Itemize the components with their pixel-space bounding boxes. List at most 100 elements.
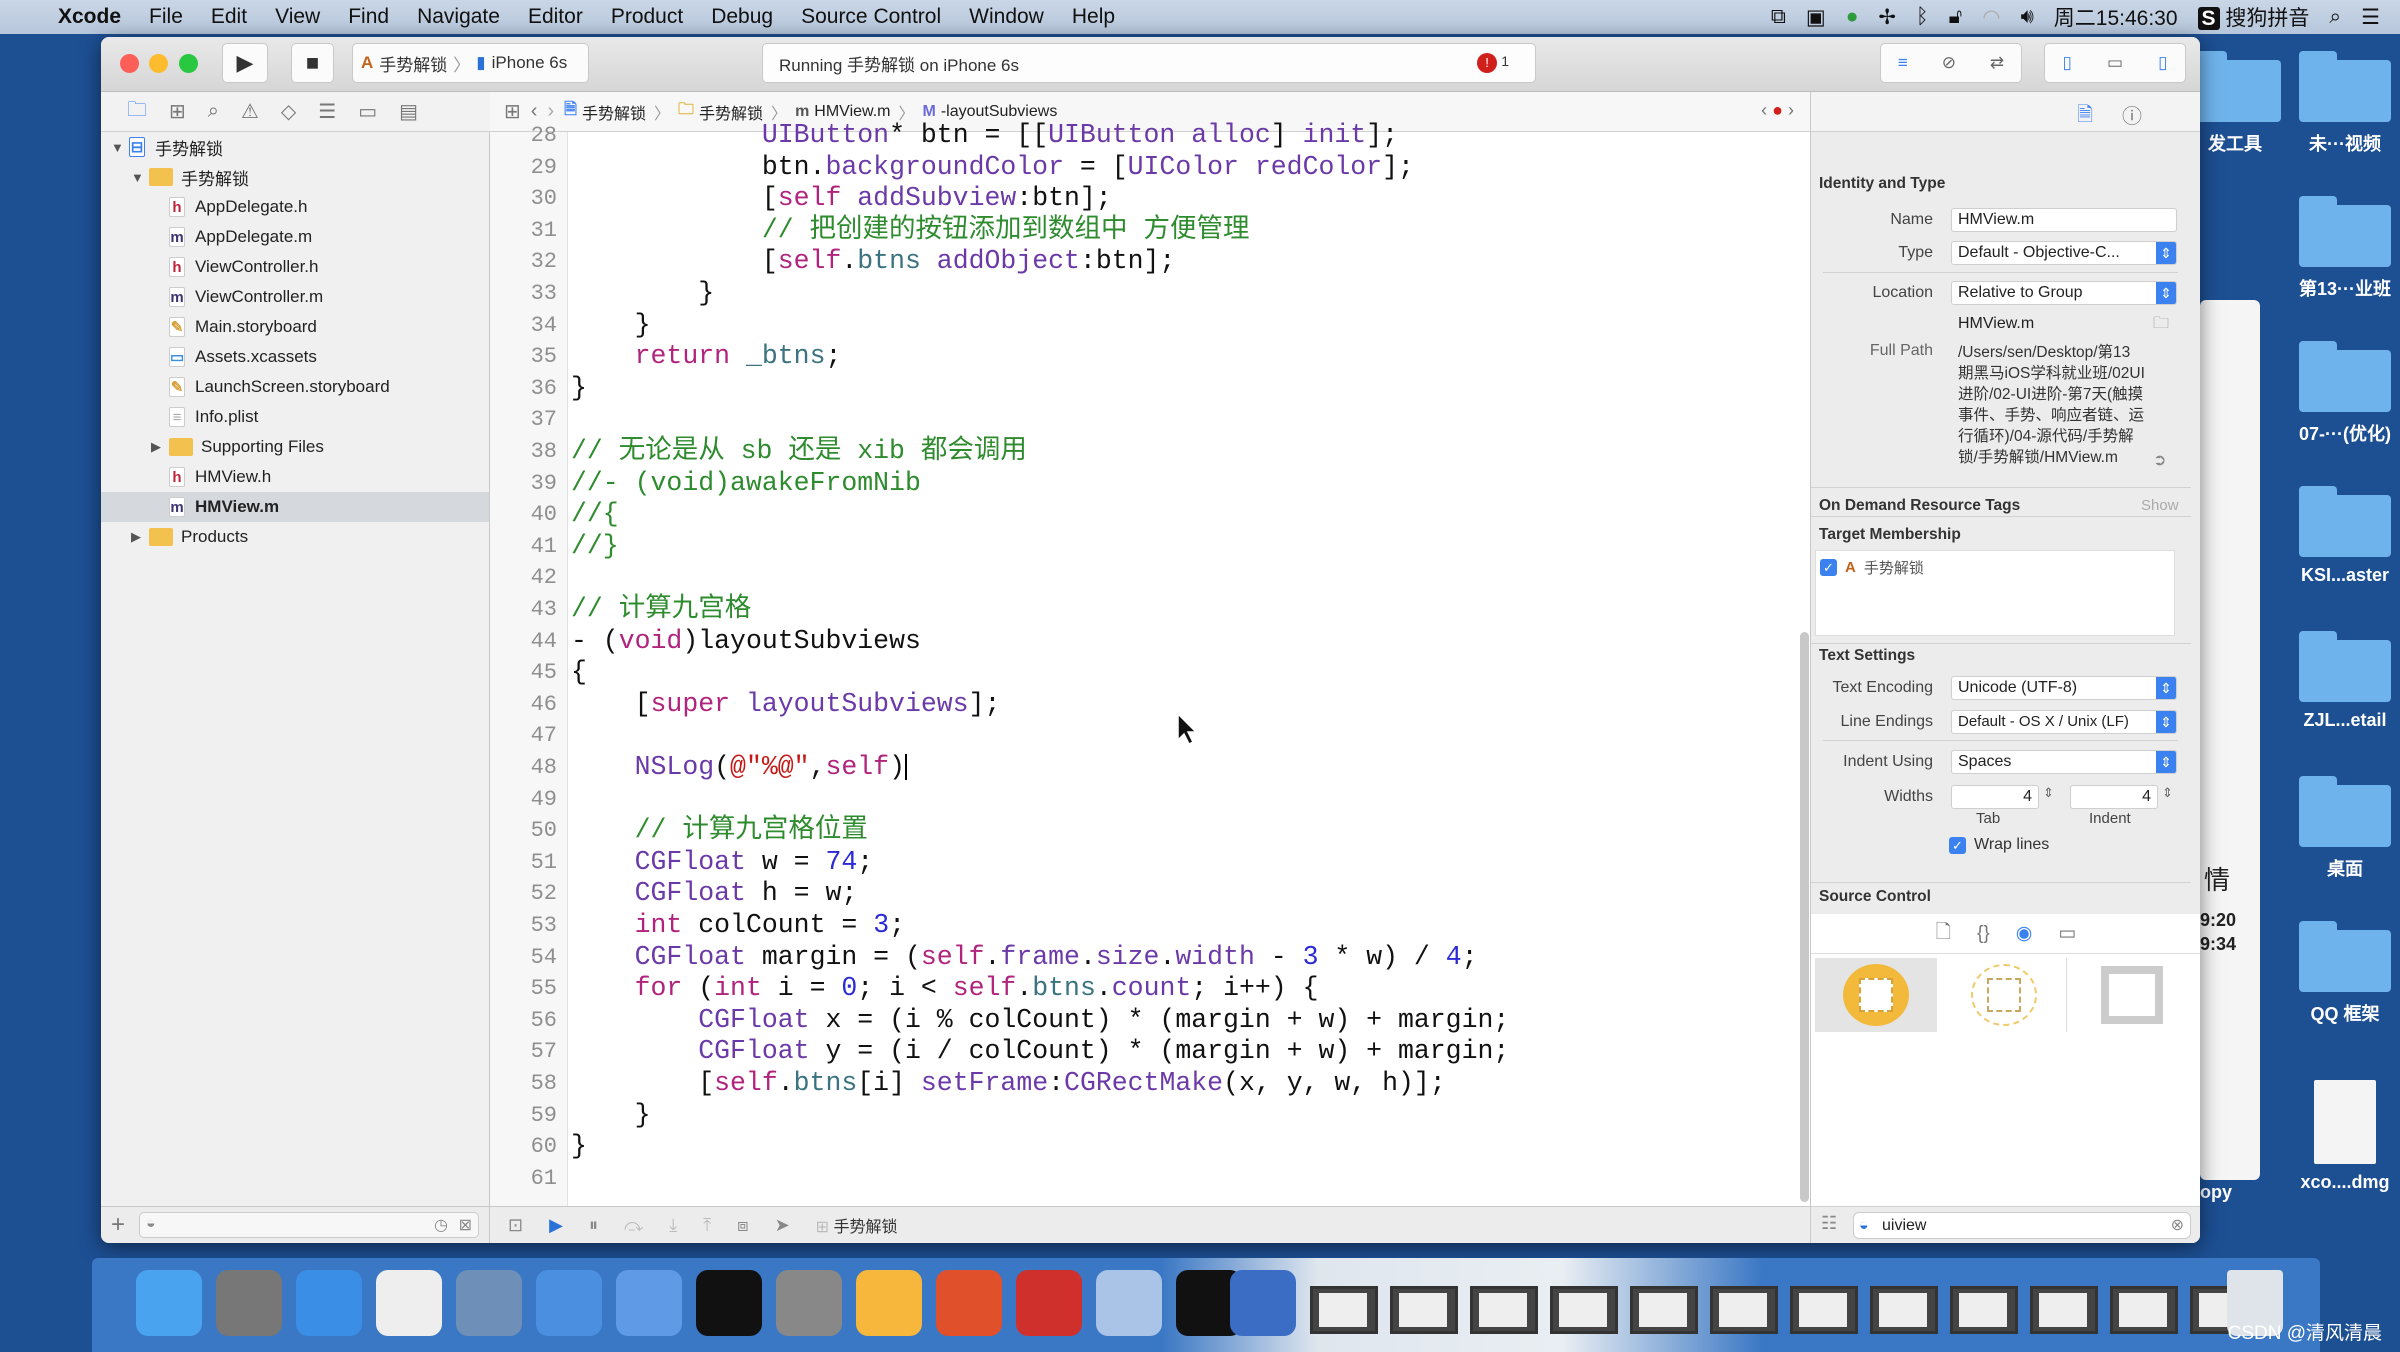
recent-files-icon[interactable]: ◷ [434, 1215, 448, 1235]
debug-navigator-icon[interactable]: ☰ [318, 99, 336, 124]
code-line[interactable]: // 无论是从 sb 还是 xib 都会调用 [571, 436, 1027, 468]
encoding-select[interactable]: Unicode (UTF-8) [1951, 676, 2177, 700]
view-debugger-icon[interactable]: ⧈ [737, 1215, 748, 1236]
desktop-icon[interactable]: QQ 框架 [2290, 921, 2400, 1026]
dock-simulator-icon[interactable] [616, 1270, 682, 1336]
test-navigator-icon[interactable]: ◇ [281, 99, 296, 124]
file-inspector-icon[interactable]: 🗎︎ [2077, 100, 2093, 134]
dock-window-thumbnail[interactable] [2030, 1286, 2098, 1334]
navigator-item[interactable]: ≡ Info.plist [101, 402, 489, 432]
step-into-icon[interactable]: ⤓ [669, 1215, 677, 1236]
target-row[interactable]: ✓ A 手势解锁 [1816, 551, 2174, 584]
spotlight-icon[interactable]: ⌕ [2329, 5, 2341, 29]
clear-filter-icon[interactable]: ⊗ [2171, 1213, 2184, 1238]
debug-target[interactable]: ⊞ 手势解锁 [816, 1213, 898, 1237]
code-line[interactable]: CGFloat y = (i / colCount) * (margin + w… [571, 1036, 1509, 1068]
code-line[interactable]: } [571, 373, 587, 405]
code-line[interactable]: [self.btns[i] setFrame:CGRectMake(x, y, … [571, 1068, 1446, 1100]
target-checkbox[interactable]: ✓ [1820, 559, 1837, 576]
toggle-debug-area-icon[interactable]: ▭ [2107, 53, 2123, 73]
media-library-icon[interactable]: ▭ [2058, 922, 2076, 945]
choose-folder-icon[interactable]: 🗀︎ [2153, 312, 2169, 339]
disclosure-down-icon[interactable]: ▼ [131, 170, 149, 185]
dock-window-thumbnail[interactable] [1630, 1286, 1698, 1334]
dock-window-thumbnail[interactable] [1950, 1286, 2018, 1334]
code-line[interactable]: } [571, 1131, 587, 1163]
menu-editor[interactable]: Editor [528, 5, 583, 29]
assistant-editor-icon[interactable]: ⊘ [1942, 53, 1956, 73]
breadcrumb-item[interactable]: m HMView.m [795, 103, 890, 121]
code-line[interactable]: { [571, 657, 587, 689]
desktop-icon[interactable]: 未···视频 [2290, 51, 2400, 156]
error-icon[interactable]: ! [1477, 53, 1497, 73]
breakpoints-toggle-icon[interactable]: ▶ [549, 1215, 563, 1236]
navigator-item[interactable]: m HMView.m [101, 492, 489, 522]
issue-navigator-icon[interactable]: ⚠︎ [241, 99, 259, 124]
dock-window-thumbnail[interactable] [1710, 1286, 1778, 1334]
notification-center-icon[interactable]: ☰ [2361, 5, 2380, 30]
code-line[interactable]: for (int i = 0; i < self.btns.count; i++… [571, 973, 1319, 1005]
dock-terminal-icon[interactable] [696, 1270, 762, 1336]
close-button[interactable] [120, 54, 139, 73]
pause-icon[interactable]: ⏸︎ [589, 1215, 598, 1236]
navigator-item[interactable]: h HMView.h [101, 462, 489, 492]
background-window[interactable]: 情 9:20 9:34 [2200, 300, 2260, 1180]
error-icon[interactable]: ● [1772, 100, 1783, 120]
fan-icon[interactable]: ✢ [1878, 5, 1896, 30]
dock-sketch-icon[interactable] [856, 1270, 922, 1336]
library-item-container-view[interactable] [1941, 958, 2067, 1032]
lock-icon[interactable]: 🔓︎ [1949, 5, 1963, 29]
dock-window-thumbnail[interactable] [1870, 1286, 1938, 1334]
menu-navigate[interactable]: Navigate [417, 5, 500, 29]
tab-width-field[interactable]: 4 [1951, 785, 2039, 809]
code-line[interactable]: [self.btns addObject:btn]; [571, 246, 1176, 278]
code-line[interactable]: [self addSubview:btn]; [571, 183, 1112, 215]
desktop-icon[interactable]: 桌面 [2290, 776, 2400, 881]
name-field[interactable]: HMView.m [1951, 208, 2177, 232]
version-editor-icon[interactable]: ⇄ [1990, 53, 2004, 73]
minimize-button[interactable] [149, 54, 168, 73]
next-issue-button[interactable]: › [1788, 100, 1794, 120]
desktop-icon[interactable]: xco....dmg [2290, 1080, 2400, 1193]
code-line[interactable]: } [571, 278, 714, 310]
code-line[interactable]: // 把创建的按钮添加到数组中 方便管理 [571, 215, 1250, 247]
previous-issue-button[interactable]: ‹ [1761, 100, 1767, 120]
disclosure-right-icon[interactable]: ▶ [131, 529, 149, 545]
navigator-item[interactable]: m ViewController.m [101, 282, 489, 312]
type-select[interactable]: Default - Objective-C... [1951, 241, 2177, 265]
clock[interactable]: 周二15:46:30 [2054, 2, 2178, 32]
odr-show-button[interactable]: Show [2141, 497, 2179, 514]
navigator-item[interactable]: ▶ Supporting Files [101, 432, 489, 462]
navigator-item[interactable]: ▶ Products [101, 522, 489, 552]
code-line[interactable]: } [571, 310, 651, 342]
navigator-item[interactable]: ▼ 手势解锁 [101, 162, 489, 192]
code-line[interactable]: - (void)layoutSubviews [571, 626, 921, 658]
dock-mouse-icon[interactable] [376, 1270, 442, 1336]
code-line[interactable]: NSLog(@"%@",self) [571, 752, 907, 784]
input-method[interactable]: S 搜狗拼音 [2197, 2, 2309, 32]
dock-window-thumbnail[interactable] [2110, 1286, 2178, 1334]
hide-debug-area-icon[interactable]: ⊡ [508, 1215, 523, 1236]
menu-edit[interactable]: Edit [211, 5, 247, 29]
menu-window[interactable]: Window [969, 5, 1044, 29]
breadcrumb-item[interactable]: M -layoutSubviews [922, 103, 1057, 121]
library-item-view[interactable] [1815, 958, 1937, 1032]
find-navigator-icon[interactable]: ⌕ [208, 100, 219, 123]
tab-width-stepper[interactable]: ⇕ [2043, 785, 2054, 801]
file-template-library-icon[interactable]: 🗋︎ [1936, 918, 1951, 950]
dock-window-thumbnail[interactable] [1310, 1286, 1378, 1334]
related-items-icon[interactable]: ⊞ [504, 99, 521, 124]
error-count[interactable]: 1 [1501, 53, 1509, 69]
dock-window-thumbnail[interactable] [1550, 1286, 1618, 1334]
dock-xcode-icon[interactable] [536, 1270, 602, 1336]
library-item-window[interactable] [2069, 958, 2195, 1032]
menu-help[interactable]: Help [1072, 5, 1115, 29]
add-button[interactable]: + [111, 1211, 125, 1239]
breakpoint-navigator-icon[interactable]: ▭ [358, 99, 377, 124]
dock-window-thumbnail[interactable] [1470, 1286, 1538, 1334]
toggle-utilities-icon[interactable]: ▯ [2158, 53, 2167, 73]
navigator-item[interactable]: h AppDelegate.h [101, 192, 489, 222]
code-line[interactable]: //{ [571, 499, 619, 531]
navigator-item[interactable]: h ViewController.h [101, 252, 489, 282]
menu-find[interactable]: Find [348, 5, 389, 29]
